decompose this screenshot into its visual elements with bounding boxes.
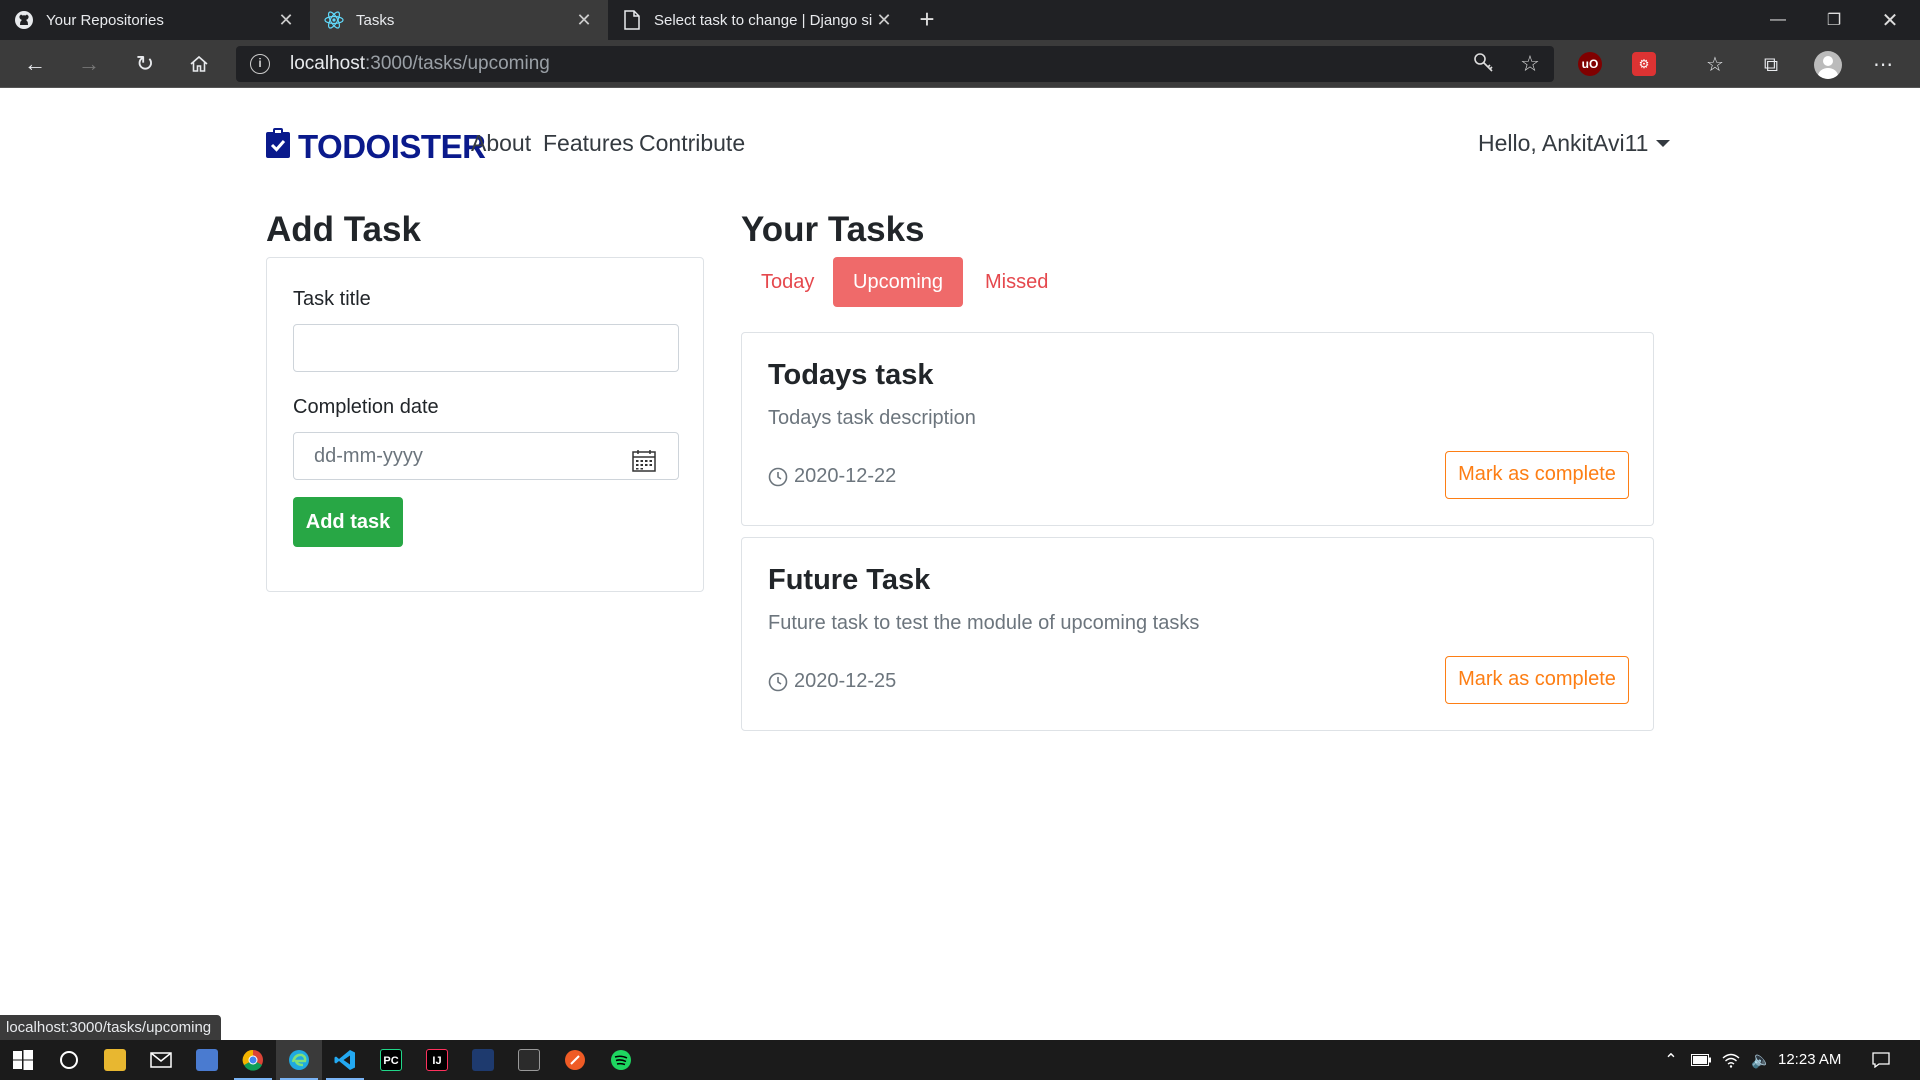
close-icon[interactable]: ✕ [276, 10, 296, 31]
clock-icon [768, 672, 788, 691]
mark-complete-button[interactable]: Mark as complete [1445, 451, 1629, 499]
close-icon[interactable]: ✕ [574, 10, 594, 31]
intellij-icon[interactable]: IJ [414, 1040, 460, 1080]
restore-icon[interactable]: ❐ [1806, 0, 1862, 40]
task-card: Future Task Future task to test the modu… [741, 537, 1654, 731]
minimize-icon[interactable]: — [1750, 0, 1806, 40]
brand-logo-link[interactable]: TODOISTER [266, 128, 486, 166]
task-date-text: 2020-12-25 [794, 670, 897, 692]
close-icon[interactable]: ✕ [874, 10, 894, 31]
date-placeholder: dd-mm-yyyy [314, 445, 423, 467]
ublock-origin-icon[interactable]: uO [1578, 52, 1602, 76]
pycharm-icon[interactable]: PC [368, 1040, 414, 1080]
favorites-icon[interactable]: ☆ [1702, 52, 1728, 78]
filter-tab-missed[interactable]: Missed [965, 257, 1068, 307]
task-due-date: 2020-12-22 [768, 465, 896, 488]
add-task-button[interactable]: Add task [293, 497, 403, 547]
clipboard-check-icon [266, 128, 290, 166]
address-bar[interactable]: i localhost:3000/tasks/upcoming ☆ [236, 46, 1554, 82]
task-due-date: 2020-12-25 [768, 670, 896, 693]
vscode-icon[interactable] [322, 1040, 368, 1080]
terminal-icon[interactable] [506, 1040, 552, 1080]
tab-title: Tasks [356, 11, 395, 29]
app-icon[interactable] [460, 1040, 506, 1080]
cortana-search-icon[interactable] [46, 1040, 92, 1080]
profile-avatar-icon[interactable] [1814, 51, 1842, 79]
windows-taskbar: PC IJ ⌃ 🔈 12:23 AM [0, 1040, 1920, 1080]
task-title: Future Task [768, 564, 931, 596]
refresh-icon[interactable]: ↻ [128, 48, 162, 80]
calendar-icon[interactable] [632, 444, 656, 490]
task-date-text: 2020-12-22 [794, 465, 897, 487]
collections-icon[interactable]: ⧉ [1758, 52, 1784, 78]
add-task-heading: Add Task [266, 210, 421, 249]
window-close-icon[interactable]: ✕ [1862, 0, 1918, 40]
task-title-label: Task title [293, 288, 371, 310]
user-greeting: Hello, AnkitAvi11 [1478, 130, 1649, 156]
extension-icon[interactable]: ⚙ [1632, 52, 1656, 76]
info-icon[interactable]: i [250, 54, 270, 74]
add-task-form: Task title Completion date dd-mm-yyyy Ad… [266, 257, 704, 592]
task-description: Future task to test the module of upcomi… [768, 612, 1200, 634]
tab-tasks[interactable]: Tasks ✕ [310, 0, 608, 40]
chrome-icon[interactable] [230, 1040, 276, 1080]
browser-toolbar: ← → ↻ i localhost:3000/tasks/upcoming ☆ … [0, 40, 1920, 88]
file-explorer-icon[interactable] [92, 1040, 138, 1080]
link-status-bubble: localhost:3000/tasks/upcoming [0, 1015, 222, 1040]
key-icon[interactable] [1472, 52, 1496, 76]
mail-icon[interactable] [138, 1040, 184, 1080]
star-icon[interactable]: ☆ [1518, 52, 1542, 76]
tab-your-repositories[interactable]: Your Repositories ✕ [0, 0, 310, 40]
page-icon [622, 10, 642, 30]
spotify-icon[interactable] [598, 1040, 644, 1080]
postman-icon[interactable] [552, 1040, 598, 1080]
mark-complete-button[interactable]: Mark as complete [1445, 656, 1629, 704]
task-title: Todays task [768, 359, 934, 391]
forward-arrow-icon[interactable]: → [72, 48, 106, 80]
nav-link-contribute[interactable]: Contribute [639, 130, 745, 157]
nav-link-about[interactable]: About [471, 130, 531, 157]
chevron-up-icon[interactable]: ⌃ [1656, 1040, 1686, 1080]
completion-date-input[interactable]: dd-mm-yyyy [293, 432, 679, 480]
new-tab-plus-icon[interactable]: + [912, 0, 942, 40]
notification-center-icon[interactable] [1866, 1040, 1896, 1080]
caret-down-icon [1656, 140, 1671, 147]
windows-start-icon[interactable] [0, 1040, 46, 1080]
edge-browser-icon[interactable] [276, 1040, 322, 1080]
back-arrow-icon[interactable]: ← [18, 48, 52, 80]
wifi-icon[interactable] [1716, 1040, 1746, 1080]
tab-title: Your Repositories [46, 11, 164, 29]
react-icon [324, 10, 344, 30]
clock-icon [768, 467, 788, 486]
your-tasks-heading: Your Tasks [741, 210, 925, 249]
completion-date-label: Completion date [293, 396, 439, 418]
volume-icon[interactable]: 🔈 [1746, 1040, 1776, 1080]
task-title-input[interactable] [293, 324, 679, 372]
task-description: Todays task description [768, 407, 976, 429]
tab-title: Select task to change | Django si [654, 11, 873, 29]
url-text: localhost:3000/tasks/upcoming [290, 53, 550, 74]
filter-tab-upcoming[interactable]: Upcoming [833, 257, 964, 307]
filter-tab-today[interactable]: Today [741, 257, 834, 307]
github-icon [14, 10, 34, 30]
nav-link-features[interactable]: Features [543, 130, 634, 157]
photos-icon[interactable] [184, 1040, 230, 1080]
brand-name: TODOISTER [298, 128, 486, 165]
task-card: Todays task Todays task description 2020… [741, 332, 1654, 526]
home-icon[interactable] [182, 48, 216, 80]
system-clock[interactable]: 12:23 AM [1778, 1040, 1841, 1080]
battery-icon[interactable] [1686, 1040, 1716, 1080]
tab-django-admin[interactable]: Select task to change | Django si ✕ [608, 0, 908, 40]
browser-tab-strip: Your Repositories ✕ Tasks ✕ Select task … [0, 0, 1920, 40]
user-dropdown[interactable]: Hello, AnkitAvi11 [1478, 130, 1671, 157]
more-options-icon[interactable]: ⋯ [1870, 52, 1896, 78]
